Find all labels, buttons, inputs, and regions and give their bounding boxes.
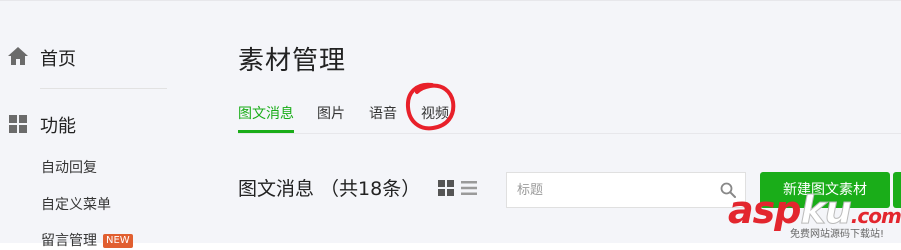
sidebar-function-label: 功能 bbox=[40, 116, 76, 137]
sidebar: 首页 功能 自动回复 自定义菜单 留言管理 NEW bbox=[0, 0, 190, 249]
tab-news[interactable]: 图文消息 bbox=[238, 103, 294, 123]
sidebar-home-label: 首页 bbox=[40, 49, 76, 70]
grid-squares-icon bbox=[9, 115, 27, 133]
new-article-button[interactable]: 新建图文素材 bbox=[760, 172, 890, 208]
grid-view-icon[interactable] bbox=[438, 180, 454, 196]
search-icon[interactable] bbox=[720, 182, 736, 198]
sidebar-divider bbox=[40, 88, 167, 89]
secondary-green-button[interactable] bbox=[893, 172, 901, 208]
sidebar-item-auto-reply[interactable]: 自动回复 bbox=[41, 157, 97, 177]
sidebar-item-function[interactable]: 功能 bbox=[0, 103, 170, 143]
sidebar-item-home[interactable]: 首页 bbox=[0, 36, 170, 76]
active-tab-indicator bbox=[238, 130, 294, 133]
home-icon bbox=[8, 47, 28, 65]
sidebar-item-comments-label: 留言管理 bbox=[41, 233, 97, 249]
tab-voice[interactable]: 语音 bbox=[369, 103, 397, 123]
section-title: 图文消息 （共18条） bbox=[238, 178, 421, 200]
page-title: 素材管理 bbox=[238, 46, 347, 76]
new-badge: NEW bbox=[103, 234, 133, 248]
tab-video[interactable]: 视频 bbox=[421, 103, 449, 123]
sidebar-item-custom-menu[interactable]: 自定义菜单 bbox=[41, 194, 111, 214]
tab-images[interactable]: 图片 bbox=[317, 103, 345, 123]
search-input[interactable] bbox=[507, 173, 717, 207]
sidebar-item-comments[interactable]: 留言管理 NEW bbox=[41, 230, 133, 250]
material-tabs: 图文消息 图片 语音 视频 bbox=[238, 93, 901, 134]
list-view-icon[interactable] bbox=[461, 180, 477, 196]
search-box bbox=[506, 172, 746, 208]
